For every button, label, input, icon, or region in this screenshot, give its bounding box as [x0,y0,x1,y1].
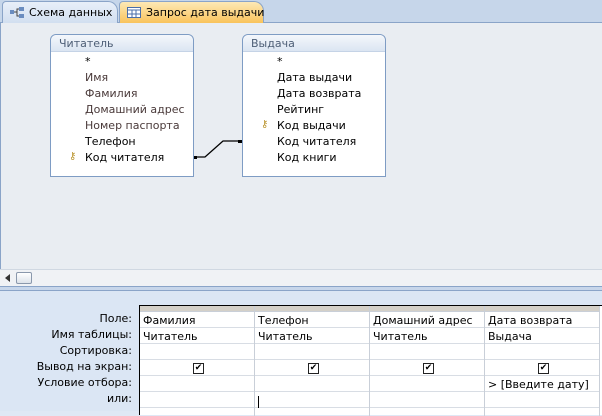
table-cell[interactable]: Читатель [370,328,484,344]
grid-columns: Фамилия Читатель ✔ Телефон Читатель ✔ До… [139,305,602,416]
sort-cell[interactable] [485,344,599,360]
field-item[interactable]: Рейтинг [277,103,324,116]
text-cursor [258,396,259,408]
or-cell[interactable] [255,392,369,408]
table-cell[interactable]: Выдача [485,328,599,344]
relationships-icon [10,7,24,18]
sort-cell[interactable] [370,344,484,360]
table-cell[interactable]: Читатель [255,328,369,344]
row-label-field: Поле: [99,312,132,325]
field-item[interactable]: Имя [85,71,108,84]
criteria-cell[interactable] [255,376,369,392]
field-cell[interactable]: Домашний адрес [370,312,484,328]
table-title: Читатель [51,35,193,52]
show-cell: ✔ [255,360,369,376]
tab-query[interactable]: Запрос дата выдачи [119,1,264,23]
field-cell[interactable]: Фамилия [140,312,254,328]
show-checkbox[interactable]: ✔ [538,363,549,374]
field-item[interactable]: Код читателя [277,135,356,148]
scrollbar-thumb[interactable] [16,272,32,284]
query-grid: Поле: Имя таблицы: Сортировка: Вывод на … [0,291,602,416]
scroll-left-icon[interactable] [5,274,10,282]
grid-column: Фамилия Читатель ✔ [140,306,255,416]
show-checkbox[interactable]: ✔ [423,363,434,374]
field-item[interactable]: Фамилия [85,87,137,100]
show-cell: ✔ [370,360,484,376]
document-tabs: Схема данных Запрос дата выдачи [0,0,602,23]
grid-column: Домашний адрес Читатель ✔ [370,306,485,416]
field-item[interactable]: Дата возврата [277,87,361,100]
primary-key-icon: ⚷ [261,119,269,130]
row-label-sort: Сортировка: [59,344,132,357]
table-box-reader[interactable]: Читатель * Имя Фамилия Домашний адрес Но… [50,34,194,177]
table-cell[interactable]: Читатель [140,328,254,344]
primary-key-icon: ⚷ [69,151,77,162]
grid-column: Дата возврата Выдача ✔ > [Введите дату] [485,306,600,416]
or-cell[interactable] [485,392,599,408]
row-label-criteria: Условие отбора: [37,376,133,389]
show-checkbox[interactable]: ✔ [308,363,319,374]
tab-label: Схема данных [29,6,113,19]
tab-label: Запрос дата выдачи [146,6,265,19]
criteria-cell[interactable] [370,376,484,392]
field-item[interactable]: Код читателя [85,151,164,164]
field-item[interactable]: Номер паспорта [85,119,180,132]
show-cell: ✔ [140,360,254,376]
query-design-pane: Читатель * Имя Фамилия Домашний адрес Но… [0,23,602,269]
tab-relationships[interactable]: Схема данных [2,1,118,23]
field-cell[interactable]: Телефон [255,312,369,328]
field-item[interactable]: Домашний адрес [85,103,185,116]
show-checkbox[interactable]: ✔ [193,363,204,374]
field-item[interactable]: * [277,55,283,68]
sort-cell[interactable] [255,344,369,360]
horizontal-scrollbar[interactable] [0,269,602,286]
sort-cell[interactable] [140,344,254,360]
field-cell[interactable]: Дата возврата [485,312,599,328]
row-label-table: Имя таблицы: [51,328,132,341]
or-cell[interactable] [370,392,484,408]
show-cell: ✔ [485,360,599,376]
field-item[interactable]: Телефон [85,135,136,148]
or-cell[interactable] [140,392,254,408]
criteria-cell[interactable]: > [Введите дату] [485,376,599,392]
query-icon [127,7,141,18]
criteria-cell[interactable] [140,376,254,392]
field-item[interactable]: * [85,55,91,68]
row-label-show: Вывод на экран: [36,360,132,373]
table-box-issue[interactable]: Выдача * Дата выдачи Дата возврата Рейти… [242,34,386,177]
row-label-or: или: [106,392,132,405]
field-item[interactable]: Код выдачи [277,119,346,132]
grid-column: Телефон Читатель ✔ [255,306,370,416]
field-item[interactable]: Код книги [277,151,337,164]
table-title: Выдача [243,35,385,52]
field-item[interactable]: Дата выдачи [277,71,352,84]
